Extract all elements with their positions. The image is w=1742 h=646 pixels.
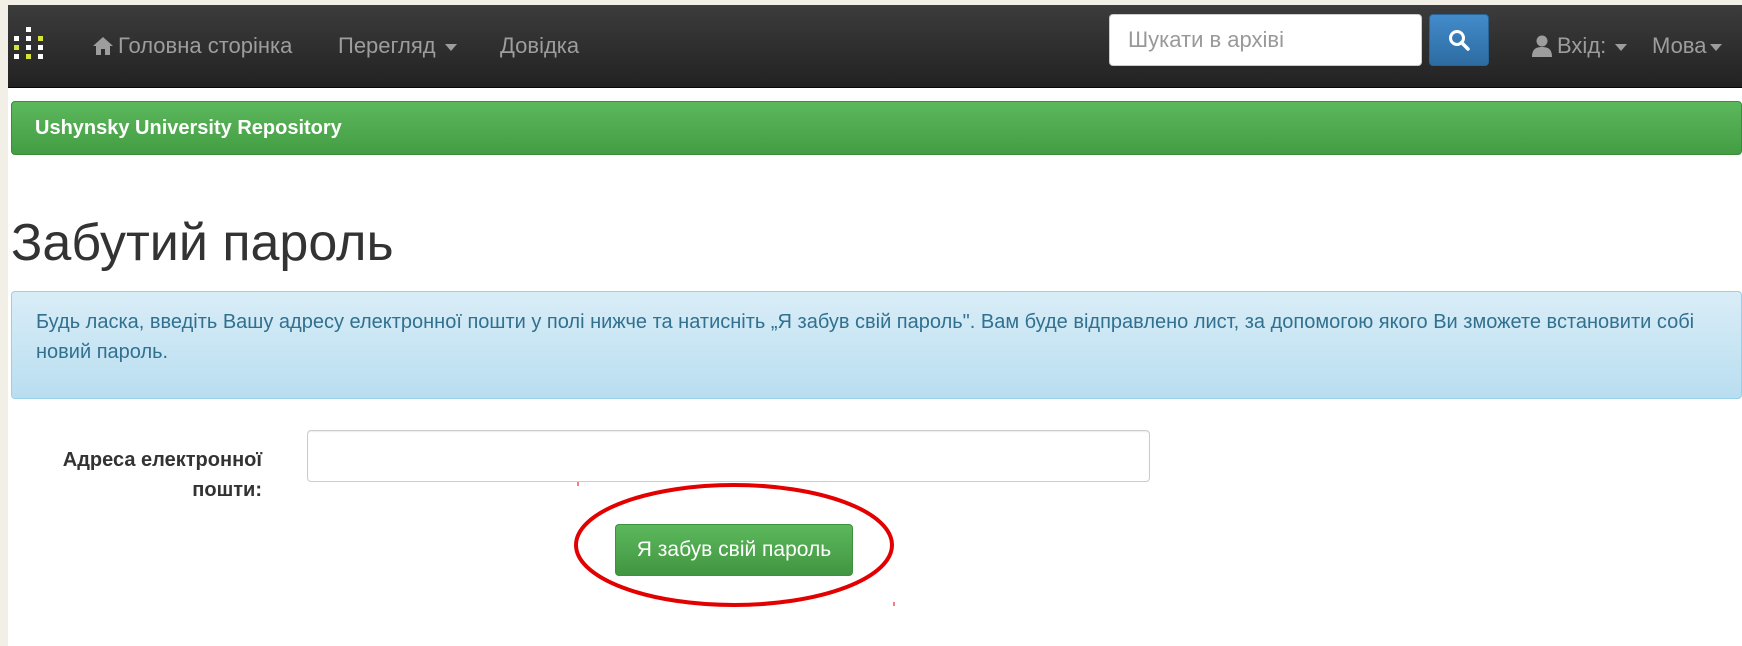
- forgot-password-submit-button[interactable]: Я забув свій пароль: [615, 524, 853, 576]
- home-icon: [93, 37, 113, 55]
- nav-home-label: Головна сторінка: [118, 33, 293, 58]
- chevron-down-icon: [1710, 43, 1723, 51]
- top-navbar: Головна сторінка Перегляд Довідка Вхід:: [8, 5, 1742, 88]
- info-alert: Будь ласка, введіть Вашу адресу електрон…: [11, 291, 1742, 399]
- user-icon: [1532, 35, 1552, 57]
- nav-help-label: Довідка: [500, 33, 580, 58]
- nav-login-dropdown[interactable]: Вхід:: [1532, 5, 1628, 87]
- nav-browse-dropdown[interactable]: Перегляд: [338, 5, 457, 87]
- repository-name[interactable]: Ushynsky University Repository: [35, 117, 342, 139]
- chevron-down-icon: [1615, 43, 1628, 51]
- nav-language-dropdown[interactable]: Мова: [1652, 5, 1723, 87]
- email-field[interactable]: [307, 430, 1150, 482]
- search-icon: [1449, 30, 1470, 51]
- page-title: Забутий пароль: [11, 214, 394, 272]
- search-input[interactable]: [1109, 14, 1422, 66]
- search-button[interactable]: [1429, 14, 1489, 66]
- nav-browse-label: Перегляд: [338, 33, 436, 58]
- email-field-label: Адреса електронної пошти:: [62, 449, 262, 501]
- dspace-logo-icon[interactable]: [10, 25, 50, 65]
- chevron-down-icon: [444, 43, 457, 51]
- nav-login-label: Вхід:: [1557, 33, 1607, 58]
- repository-header: Ushynsky University Repository: [11, 101, 1742, 155]
- nav-help-link[interactable]: Довідка: [500, 5, 579, 87]
- nav-home-link[interactable]: Головна сторінка: [92, 5, 292, 87]
- screen: Головна сторінка Перегляд Довідка Вхід:: [8, 5, 1742, 646]
- nav-language-label: Мова: [1652, 33, 1707, 58]
- info-alert-text: Будь ласка, введіть Вашу адресу електрон…: [36, 311, 1695, 363]
